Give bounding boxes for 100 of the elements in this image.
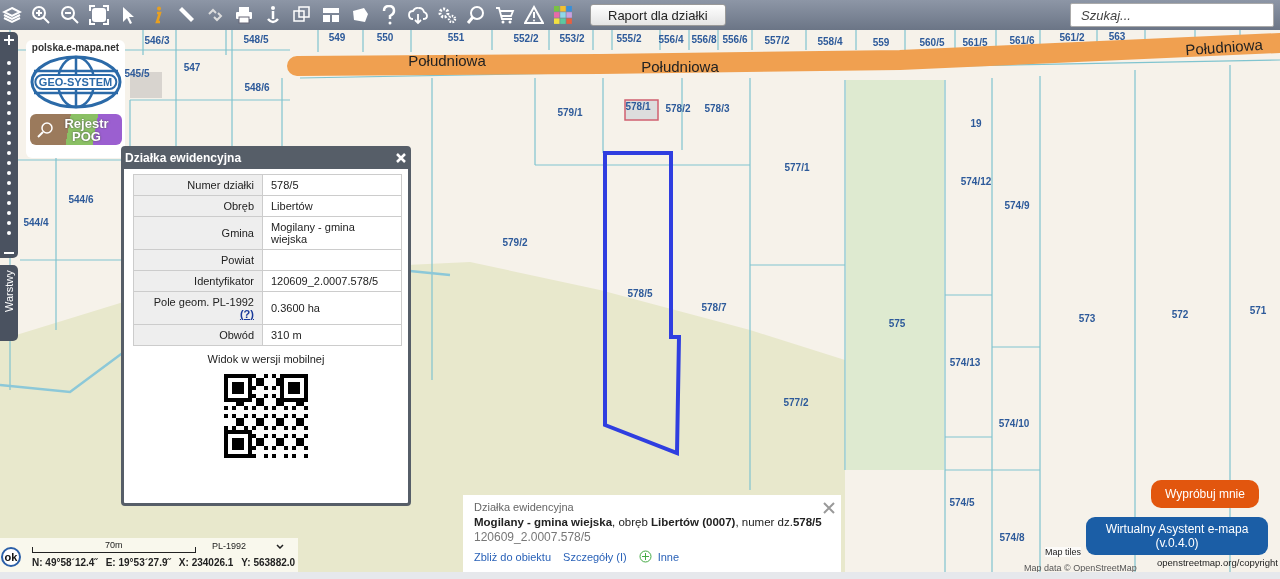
parcel-number: 574/12 — [960, 175, 992, 187]
cloud-download-icon[interactable] — [408, 5, 428, 25]
shape-icon[interactable] — [350, 5, 370, 25]
parcel-number: 578/5 — [627, 287, 653, 299]
coordinate-value: X: 234026.1 — [178, 557, 234, 568]
street-name: Południowa — [408, 51, 486, 69]
plus-circle-icon[interactable] — [638, 550, 652, 563]
magnifier-icon[interactable] — [466, 5, 486, 25]
zoom-in-icon[interactable] — [31, 5, 51, 25]
attribute-value: 120609_2.0007.578/5 — [262, 270, 402, 292]
coordinate-value: Y: 563882.0 — [241, 557, 296, 568]
panel-link[interactable]: Inne — [657, 550, 680, 563]
panel-link[interactable]: Szczegóły (I) — [563, 550, 627, 563]
attribution-text: Map data © OpenStreetMap — [1024, 563, 1137, 573]
parcel-number: 19 — [970, 117, 982, 129]
minus-icon[interactable] — [4, 251, 14, 255]
crs-dropdown[interactable]: PL-1992 — [212, 541, 284, 551]
parcel-number: 558/4 — [817, 35, 843, 47]
parcel-number: 561/2 — [1059, 31, 1085, 43]
scale-label: 70m — [105, 540, 123, 550]
warning-icon[interactable] — [524, 5, 544, 25]
magnifier-icon — [35, 119, 56, 140]
parcel-number: 555/2 — [616, 32, 642, 44]
coordinate-value: E: 19°53´27.9˝ — [105, 557, 171, 568]
parcel-number: 548/6 — [244, 81, 270, 93]
parcel-number: 574/9 — [1004, 199, 1030, 211]
attribute-value: 0.3600 ha — [262, 291, 402, 325]
parcel-number: 578/3 — [704, 102, 730, 114]
cart-icon[interactable] — [495, 5, 515, 25]
parcel-number: 574/5 — [949, 496, 975, 508]
parcel-number: 574/8 — [999, 531, 1025, 543]
attribute-label: Identyfikator — [133, 270, 263, 292]
attribute-label: Powiat — [133, 249, 263, 271]
layers-icon[interactable] — [2, 5, 22, 25]
caret-icon — [276, 543, 284, 549]
attribute-label: Pole geom. PL-1992 (?) — [133, 291, 263, 325]
parcel-number: 561/6 — [1009, 34, 1035, 46]
attribute-value: Libertów — [262, 195, 402, 217]
try-me-bubble[interactable]: Wypróbuj mnie — [1151, 480, 1259, 508]
attribute-label: Gmina — [133, 216, 263, 250]
plus-icon[interactable] — [4, 35, 14, 45]
building — [624, 99, 659, 121]
parcel-number: 579/2 — [502, 236, 528, 248]
info-title: Działka ewidencyjna — [474, 501, 574, 513]
assistant-button[interactable]: Wirtualny Asystent e-mapa (v.0.4.0) — [1086, 517, 1268, 555]
coordinate-value: N: 49°58´12.4˝ — [32, 557, 98, 568]
parcel-number: 578/2 — [665, 102, 691, 114]
search-field[interactable]: Szukaj... — [1070, 3, 1274, 27]
parcel-number: 556/4 — [658, 33, 684, 45]
windows-icon[interactable] — [292, 5, 312, 25]
parcel-number: 556/6 — [722, 33, 748, 45]
parcel-number: 577/2 — [783, 396, 809, 408]
parcel-number: 572 — [1171, 308, 1189, 320]
parcel-number: 578/7 — [701, 301, 727, 313]
parcel-number: 574/13 — [949, 356, 981, 368]
attribute-label: Obwód — [133, 324, 263, 346]
parcel-number: 560/5 — [919, 36, 945, 48]
attribute-label: Numer działki — [133, 174, 263, 196]
parcel-number: 577/1 — [784, 161, 810, 173]
parcel-number: 579/1 — [557, 106, 583, 118]
attribute-value: 310 m — [262, 324, 402, 346]
layers-tab[interactable]: Warstwy — [0, 265, 18, 341]
street-name: Południowa — [1184, 35, 1264, 59]
parcel-identifier: 120609_2.0007.578/5 — [474, 530, 592, 544]
parcel-number: 547 — [183, 61, 201, 73]
color-grid-icon[interactable] — [553, 5, 573, 25]
parcel-description: Mogilany - gmina wiejska, obręb Libertów (0007), numer dz.578/5 — [474, 516, 822, 528]
attribute-value: 578/5 — [262, 174, 402, 196]
brand-name: GEO-SYSTEM — [33, 74, 118, 90]
layout-icon[interactable] — [321, 5, 341, 25]
zoom-out-icon[interactable] — [60, 5, 80, 25]
gears-icon[interactable] — [437, 5, 457, 25]
attribute-label: Obręb — [133, 195, 263, 217]
attribute-value: Mogilany - gmina wiejska — [262, 216, 402, 250]
parcel-number: 559 — [872, 36, 890, 48]
parcel-number: 549 — [328, 31, 346, 43]
parcel-number: 563 — [1108, 30, 1126, 42]
panel-link[interactable]: Zbliż do obiektu — [474, 550, 552, 563]
parcel-number: 548/5 — [243, 33, 269, 45]
printer-icon[interactable] — [234, 5, 254, 25]
parcel-number: 551 — [447, 31, 465, 43]
popup-title: Działka ewidencyjna — [125, 150, 242, 165]
fullscreen-icon[interactable] — [89, 5, 109, 25]
site-name: polska.e-mapa.net — [31, 42, 120, 53]
parcel-number: 556/8 — [691, 33, 717, 45]
parcel-number: 546/3 — [144, 34, 170, 46]
attribution-text: Map tiles — [1045, 547, 1081, 557]
parcel-number: 561/5 — [962, 36, 988, 48]
parcel-number: 571 — [1249, 304, 1267, 316]
parcel-number: 544/4 — [23, 216, 49, 228]
parcel-number: 553/2 — [559, 32, 585, 44]
parcel-number: 550 — [376, 31, 394, 43]
parcel-number: 573 — [1078, 312, 1096, 324]
attribution-link[interactable]: openstreetmap.org/copyright — [1157, 557, 1278, 568]
parcel-number: 575 — [888, 317, 906, 329]
report-button[interactable]: Raport dla działki — [590, 4, 726, 26]
mobile-caption: Widok w wersji mobilnej — [206, 353, 326, 365]
street-name: Południowa — [641, 57, 719, 75]
close-icon[interactable] — [823, 502, 835, 514]
parcel-number: 557/2 — [764, 34, 790, 46]
